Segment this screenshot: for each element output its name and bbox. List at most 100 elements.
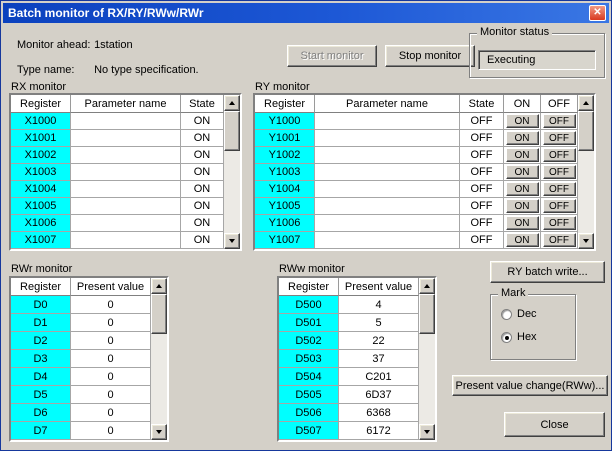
close-window-button[interactable]: ✕ bbox=[589, 5, 606, 21]
column-header-parameter-name: Parameter name bbox=[71, 95, 181, 113]
scrollbar-track[interactable] bbox=[419, 294, 435, 424]
scroll-down-button[interactable] bbox=[578, 233, 594, 249]
off-cell: OFF bbox=[541, 164, 578, 181]
ry-batch-write-button[interactable]: RY batch write... bbox=[490, 261, 605, 283]
parameter-cell bbox=[71, 181, 181, 198]
rx-vertical-scrollbar[interactable] bbox=[224, 95, 240, 249]
start-monitor-button[interactable]: Start monitor bbox=[287, 45, 377, 67]
register-cell: Y1006 bbox=[255, 215, 315, 232]
rx-monitor-title: RX monitor bbox=[11, 81, 66, 93]
scroll-up-button[interactable] bbox=[419, 278, 435, 294]
present-value-change-button[interactable]: Present value change(RWw)... bbox=[452, 375, 608, 396]
state-cell: OFF bbox=[460, 198, 504, 215]
register-cell: X1005 bbox=[11, 198, 71, 215]
table-row: Y1004OFFONOFF bbox=[255, 181, 578, 198]
ry-on-button[interactable]: ON bbox=[506, 114, 539, 128]
column-header-on: ON bbox=[504, 95, 541, 113]
table-row: X1006ON bbox=[11, 215, 224, 232]
register-cell: D500 bbox=[279, 296, 339, 314]
table-row: X1001ON bbox=[11, 130, 224, 147]
register-cell: D502 bbox=[279, 332, 339, 350]
scroll-down-button[interactable] bbox=[419, 424, 435, 440]
rww-vertical-scrollbar[interactable] bbox=[419, 278, 435, 440]
ry-off-button[interactable]: OFF bbox=[543, 114, 576, 128]
value-cell: 4 bbox=[339, 296, 419, 314]
table-header-row: Register Present value bbox=[279, 278, 419, 296]
state-cell: ON bbox=[181, 232, 224, 249]
state-cell: ON bbox=[181, 215, 224, 232]
scrollbar-thumb[interactable] bbox=[151, 294, 167, 334]
table-row: D60 bbox=[11, 404, 151, 422]
scrollbar-track[interactable] bbox=[151, 294, 167, 424]
ry-off-button[interactable]: OFF bbox=[543, 148, 576, 162]
parameter-cell bbox=[71, 232, 181, 249]
rwr-vertical-scrollbar[interactable] bbox=[151, 278, 167, 440]
parameter-cell bbox=[71, 147, 181, 164]
state-cell: ON bbox=[181, 147, 224, 164]
monitor-status-field: Executing bbox=[478, 50, 596, 70]
scrollbar-thumb[interactable] bbox=[224, 111, 240, 151]
register-cell: X1002 bbox=[11, 147, 71, 164]
table-row: Y1007OFFONOFF bbox=[255, 232, 578, 249]
ry-vertical-scrollbar[interactable] bbox=[578, 95, 594, 249]
register-cell: D505 bbox=[279, 386, 339, 404]
ry-off-button[interactable]: OFF bbox=[543, 199, 576, 213]
off-cell: OFF bbox=[541, 113, 578, 130]
radio-hex[interactable]: Hex bbox=[501, 331, 537, 343]
state-cell: OFF bbox=[460, 215, 504, 232]
value-cell: 6368 bbox=[339, 404, 419, 422]
ry-off-button[interactable]: OFF bbox=[543, 182, 576, 196]
parameter-cell bbox=[315, 147, 460, 164]
off-cell: OFF bbox=[541, 147, 578, 164]
ry-off-button[interactable]: OFF bbox=[543, 165, 576, 179]
scroll-up-button[interactable] bbox=[151, 278, 167, 294]
ry-on-button[interactable]: ON bbox=[506, 216, 539, 230]
scrollbar-thumb[interactable] bbox=[419, 294, 435, 334]
value-cell: 37 bbox=[339, 350, 419, 368]
scroll-down-button[interactable] bbox=[151, 424, 167, 440]
radio-dec[interactable]: Dec bbox=[501, 308, 537, 320]
arrow-up-icon bbox=[424, 284, 430, 288]
register-cell: D501 bbox=[279, 314, 339, 332]
register-cell: D507 bbox=[279, 422, 339, 440]
register-cell: X1007 bbox=[11, 232, 71, 249]
table-row: D5015 bbox=[279, 314, 419, 332]
table-header-row: Register Parameter name State bbox=[11, 95, 224, 113]
value-cell: 0 bbox=[71, 350, 151, 368]
scroll-down-button[interactable] bbox=[224, 233, 240, 249]
ry-off-button[interactable]: OFF bbox=[543, 233, 576, 247]
scrollbar-track[interactable] bbox=[224, 111, 240, 233]
table-row: X1005ON bbox=[11, 198, 224, 215]
ry-on-button[interactable]: ON bbox=[506, 233, 539, 247]
stop-monitor-button[interactable]: Stop monitor bbox=[385, 45, 475, 67]
arrow-down-icon bbox=[156, 430, 162, 434]
scroll-up-button[interactable] bbox=[578, 95, 594, 111]
mark-group-label: Mark bbox=[498, 287, 528, 299]
scrollbar-thumb[interactable] bbox=[578, 111, 594, 151]
ry-monitor-table: Register Parameter name State ON OFF Y10… bbox=[253, 93, 596, 251]
monitor-status-group: Monitor status Executing bbox=[469, 33, 605, 78]
column-header-register: Register bbox=[11, 95, 71, 113]
off-cell: OFF bbox=[541, 215, 578, 232]
state-cell: OFF bbox=[460, 147, 504, 164]
on-cell: ON bbox=[504, 113, 541, 130]
register-cell: Y1004 bbox=[255, 181, 315, 198]
column-header-parameter-name: Parameter name bbox=[315, 95, 460, 113]
register-cell: Y1001 bbox=[255, 130, 315, 147]
ry-off-button[interactable]: OFF bbox=[543, 131, 576, 145]
scrollbar-track[interactable] bbox=[578, 111, 594, 233]
ry-on-button[interactable]: ON bbox=[506, 165, 539, 179]
ry-on-button[interactable]: ON bbox=[506, 199, 539, 213]
type-name-value: No type specification. bbox=[94, 64, 199, 76]
scroll-up-button[interactable] bbox=[224, 95, 240, 111]
value-cell: 5 bbox=[339, 314, 419, 332]
register-cell: Y1000 bbox=[255, 113, 315, 130]
table-row: Y1002OFFONOFF bbox=[255, 147, 578, 164]
ry-on-button[interactable]: ON bbox=[506, 131, 539, 145]
ry-on-button[interactable]: ON bbox=[506, 182, 539, 196]
on-cell: ON bbox=[504, 232, 541, 249]
close-button[interactable]: Close bbox=[504, 412, 605, 437]
ry-on-button[interactable]: ON bbox=[506, 148, 539, 162]
ry-off-button[interactable]: OFF bbox=[543, 216, 576, 230]
parameter-cell bbox=[71, 164, 181, 181]
